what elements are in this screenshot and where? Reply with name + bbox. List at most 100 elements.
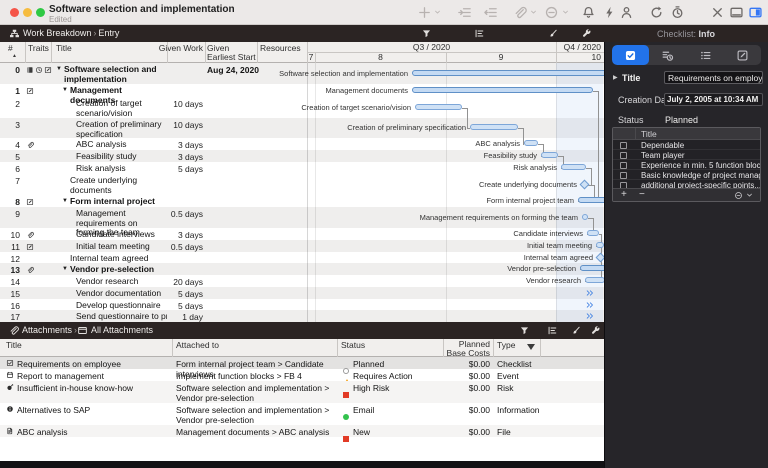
contacts-button[interactable] — [619, 5, 634, 20]
row-trait-icons — [26, 66, 52, 74]
gantt-overflow-icon[interactable] — [585, 311, 595, 321]
disclosure-triangle-icon[interactable]: ▼ — [56, 66, 62, 72]
activity-button[interactable] — [602, 5, 617, 20]
minimize-window-button[interactable] — [23, 8, 32, 17]
gantt-task-bar[interactable] — [561, 164, 586, 170]
style-icon[interactable] — [547, 28, 558, 39]
checklist-item[interactable]: Experience in min. 5 function blocks — [613, 160, 760, 170]
gantt-task-bar[interactable] — [541, 152, 558, 158]
disclosure-triangle-icon[interactable]: ▼ — [62, 198, 68, 204]
breadcrumb[interactable]: Work Breakdown›Entry — [23, 28, 119, 38]
wbs-row[interactable]: 17Send questionnaire to pre-1 day — [0, 310, 604, 322]
attachment-row[interactable]: Insufficient in-house know-howSoftware s… — [0, 381, 604, 403]
outline-format-icon[interactable] — [474, 28, 485, 39]
tab-schedule[interactable] — [649, 45, 686, 65]
gantt-task-bar[interactable] — [415, 104, 462, 110]
att-col-attached-to[interactable]: Attached to — [176, 341, 219, 350]
gantt-task-bar[interactable] — [585, 277, 604, 283]
checkbox[interactable] — [620, 152, 627, 159]
toggle-bottom-panel-button[interactable] — [729, 5, 744, 20]
wbs-row[interactable]: 16Develop questionnaire5 days — [0, 299, 604, 310]
gantt-task-bar[interactable] — [587, 230, 599, 236]
column-header-title[interactable]: Title — [56, 44, 72, 53]
close-window-button[interactable] — [10, 8, 19, 17]
breadcrumb-mode[interactable]: Entry — [98, 28, 119, 38]
attach-menu-button[interactable] — [529, 8, 544, 23]
attachments-breadcrumb-view[interactable]: All Attachments — [91, 325, 153, 335]
att-col-status[interactable]: Status — [341, 341, 365, 350]
attachment-row[interactable]: Alternatives to SAPSoftware selection an… — [0, 403, 604, 425]
checkbox[interactable] — [620, 162, 627, 169]
outdent-button[interactable] — [483, 5, 498, 20]
att-col-title[interactable]: Title — [6, 341, 22, 350]
wbs-row[interactable]: 15Vendor documentation5 days — [0, 287, 604, 299]
tab-checklist[interactable] — [612, 45, 649, 65]
add-menu-button[interactable] — [433, 8, 448, 23]
checklist-item[interactable]: Dependable — [613, 140, 760, 150]
time-tracking-button[interactable] — [670, 5, 685, 20]
filter-icon[interactable] — [519, 325, 530, 336]
gantt-task-bar[interactable] — [470, 124, 518, 130]
filter-icon[interactable] — [421, 28, 432, 39]
gantt-summary-bar[interactable] — [412, 87, 593, 93]
checkbox[interactable] — [620, 172, 627, 179]
column-header-given-earliest-start[interactable]: Given Earliest Start — [207, 44, 257, 62]
column-header-given-work[interactable]: Given Work — [150, 44, 203, 53]
checklist-item[interactable]: Basic knowledge of project management — [613, 170, 760, 180]
checklist-col-title[interactable]: Title — [641, 129, 657, 139]
outline-format-icon[interactable] — [547, 325, 558, 336]
view-settings-icon[interactable] — [581, 28, 592, 39]
column-header-num[interactable]: # — [8, 44, 13, 53]
gantt-overflow-icon[interactable] — [585, 288, 595, 298]
row-given-work: 3 days — [150, 152, 203, 162]
checkbox[interactable] — [620, 142, 627, 149]
gantt-summary-bar[interactable] — [578, 197, 604, 203]
gantt-summary-bar[interactable] — [412, 70, 604, 76]
zoom-window-button[interactable] — [36, 8, 45, 17]
item-actions-menu[interactable] — [734, 191, 754, 200]
attach-button[interactable] — [512, 5, 527, 20]
column-header-traits[interactable]: Traits — [28, 44, 49, 53]
penbox-icon — [26, 198, 34, 206]
toggle-right-panel-button[interactable] — [748, 5, 763, 20]
att-col-type[interactable]: Type — [497, 341, 515, 350]
add-button[interactable] — [417, 5, 432, 20]
gantt-task-bar[interactable] — [596, 242, 604, 248]
tab-lists[interactable] — [687, 45, 724, 65]
tools-button[interactable] — [710, 5, 725, 20]
disclosure-triangle-icon[interactable]: ▼ — [62, 266, 68, 272]
style-icon[interactable] — [570, 325, 581, 336]
attachment-row[interactable]: Requirements on employeeForm internal pr… — [0, 357, 604, 369]
att-col-planned-base-costs[interactable]: PlannedBase Costs — [400, 340, 490, 357]
inspector-creation-date-field[interactable]: July 2, 2005 at 10:34 AM — [664, 93, 763, 106]
view-settings-icon[interactable] — [590, 325, 601, 336]
gantt-overflow-icon[interactable] — [585, 300, 595, 310]
gantt-task-bar[interactable] — [582, 214, 588, 220]
wbs-row[interactable]: 11Initial team meeting0.5 days — [0, 240, 604, 252]
disclosure-triangle-icon[interactable]: ▶ — [613, 74, 618, 81]
gantt-task-bar[interactable] — [524, 140, 538, 146]
tab-notes[interactable] — [724, 45, 761, 65]
disclosure-triangle-icon[interactable]: ▼ — [62, 87, 68, 93]
breadcrumb-view[interactable]: Work Breakdown — [23, 28, 91, 38]
checklist-item[interactable]: Team player — [613, 150, 760, 160]
attachment-row[interactable]: ABC analysisManagement documents > ABC a… — [0, 425, 604, 437]
remove-item-button[interactable]: − — [639, 189, 645, 200]
attachment-row[interactable]: Report to managementImplement function b… — [0, 369, 604, 381]
notifications-button[interactable] — [581, 5, 596, 20]
inspector-title-input[interactable]: Requirements on employee — [664, 71, 763, 84]
type-filter-icon[interactable] — [527, 344, 535, 350]
column-header-resources[interactable]: Resources — [260, 44, 301, 53]
wbs-row[interactable]: 14Vendor research20 days — [0, 275, 604, 287]
row-number: 17 — [0, 312, 20, 322]
wbs-row[interactable]: 12Internal team agreed — [0, 252, 604, 263]
delete-button[interactable] — [544, 5, 559, 20]
checklist-item-label: Team player — [641, 151, 685, 160]
attachments-breadcrumb-section[interactable]: Attachments — [22, 325, 72, 335]
add-item-button[interactable]: + — [621, 189, 627, 200]
sync-button[interactable] — [649, 5, 664, 20]
gantt-summary-bar[interactable] — [580, 265, 604, 271]
indent-button[interactable] — [457, 5, 472, 20]
attachments-breadcrumb[interactable]: Attachments› — [22, 325, 79, 335]
delete-menu-button[interactable] — [561, 8, 576, 23]
